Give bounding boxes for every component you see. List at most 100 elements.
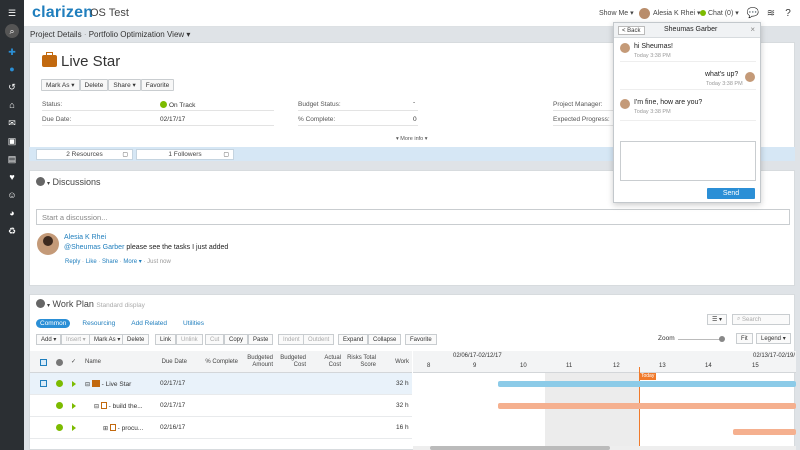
row-checkbox[interactable] — [40, 380, 47, 387]
select-all-checkbox[interactable] — [40, 359, 47, 366]
table-row[interactable]: ⊟ - build the... 02/17/17 32 h — [30, 395, 412, 417]
home-icon[interactable]: ⌂ — [5, 98, 19, 112]
row-work[interactable]: 16 h — [396, 424, 409, 431]
discussions-icon[interactable]: ✉ — [5, 116, 19, 130]
new-item-icon[interactable]: ● — [5, 62, 19, 76]
send-button[interactable]: Send — [707, 188, 755, 199]
copy-button[interactable]: Copy — [224, 334, 249, 345]
col-work[interactable]: Work — [385, 359, 409, 366]
reports-icon[interactable]: ◕ — [5, 206, 19, 220]
discussions-header: ▾ Discussions — [36, 177, 101, 187]
close-icon[interactable]: × — [750, 25, 755, 34]
row-name[interactable]: ⊟ - build the... — [94, 402, 143, 410]
chat-menu[interactable]: Chat (0) ▾ — [700, 9, 739, 17]
post-author[interactable]: Alesia K Rhei — [64, 234, 106, 241]
user-menu[interactable]: Alesia K Rhei ▾ — [653, 9, 700, 17]
clarizen-logo[interactable]: clarizen — [32, 4, 93, 22]
people-icon[interactable]: ☺ — [5, 188, 19, 202]
mark-as-button[interactable]: Mark As ▾ — [41, 79, 80, 91]
col-actual-cost[interactable]: Actual Cost — [313, 355, 341, 369]
row-name[interactable]: ⊟ - Live Star — [85, 380, 131, 388]
row-due-date[interactable]: 02/17/17 — [160, 380, 185, 387]
col-name[interactable]: Name — [85, 359, 101, 366]
gantt-bar-procure[interactable] — [733, 429, 796, 435]
tab-add-related[interactable]: Add Related — [127, 319, 171, 328]
breadcrumb-view[interactable]: Portfolio Optimization View ▾ — [89, 30, 191, 39]
col-budgeted-cost[interactable]: Budgeted Cost — [277, 355, 306, 369]
table-row[interactable]: ⊟ - Live Star 02/17/17 32 h — [30, 373, 412, 395]
history-icon[interactable]: ↺ — [5, 80, 19, 94]
budget-status-value[interactable]: - — [413, 99, 415, 106]
collapse-button[interactable]: Collapse — [368, 334, 402, 345]
post-mention[interactable]: @Sheumas Garber — [64, 244, 124, 251]
fit-button[interactable]: Fit — [736, 333, 753, 344]
breadcrumb-project-details[interactable]: Project Details — [30, 30, 82, 39]
unlink-button[interactable]: Unlink — [176, 334, 203, 345]
filter-button[interactable]: ☰ ▾ — [707, 314, 728, 325]
reply-link[interactable]: Reply — [65, 259, 80, 265]
row-due-date[interactable]: 02/16/17 — [160, 424, 185, 431]
expand-icon[interactable]: ⊞ — [103, 426, 108, 432]
chat-back-button[interactable]: < Back — [618, 26, 645, 35]
workplan-gear-icon[interactable] — [36, 299, 45, 308]
like-link[interactable]: Like — [86, 259, 97, 265]
col-budgeted-amount[interactable]: Budgeted Amount — [243, 355, 273, 369]
gantt-scrollbar-thumb[interactable] — [430, 446, 610, 450]
tab-resourcing[interactable]: Resourcing — [78, 319, 119, 328]
col-pct-complete[interactable]: % Complete — [198, 359, 238, 366]
gantt-bar-live-star[interactable] — [498, 381, 796, 387]
resources-box[interactable]: 2 Resources ▢ — [36, 149, 133, 160]
share-button[interactable]: Share ▾ — [108, 79, 141, 91]
mark-as-toolbar-button[interactable]: Mark As ▾ — [89, 334, 126, 345]
settings-gear-icon[interactable] — [36, 177, 45, 186]
col-due-date[interactable]: Due Date — [158, 359, 187, 366]
row-work[interactable]: 32 h — [396, 402, 409, 409]
cut-button[interactable]: Cut — [205, 334, 225, 345]
insert-button[interactable]: Insert ▾ — [61, 334, 91, 345]
share-link[interactable]: Share — [102, 259, 118, 265]
chat-bubbles-icon[interactable]: 💬 — [746, 6, 760, 20]
col-risks-total-score[interactable]: Risks Total Score — [344, 355, 376, 369]
zoom-slider-handle[interactable] — [719, 336, 725, 342]
discussion-input[interactable]: Start a discussion... — [36, 209, 790, 225]
delete-toolbar-button[interactable]: Delete — [122, 334, 150, 345]
projects-icon[interactable]: ▣ — [5, 134, 19, 148]
pct-complete-value[interactable]: 0 — [413, 116, 417, 123]
followers-box[interactable]: 1 Followers ▢ — [136, 149, 234, 160]
favorite-button[interactable]: Favorite — [140, 79, 175, 91]
legend-button[interactable]: Legend ▾ — [756, 333, 791, 344]
workplan-search-input[interactable]: ⌕ Search — [732, 314, 790, 325]
delete-button[interactable]: Delete — [79, 79, 109, 91]
outdent-button[interactable]: Outdent — [303, 334, 335, 345]
due-date-value[interactable]: 02/17/17 — [160, 116, 185, 123]
more-link[interactable]: More ▾ — [123, 259, 141, 265]
chat-message-input[interactable] — [620, 141, 756, 181]
link-button[interactable]: Link — [155, 334, 177, 345]
add-icon[interactable]: ✚ — [5, 45, 19, 59]
feed-icon[interactable]: ≋ — [764, 6, 778, 20]
paste-button[interactable]: Paste — [248, 334, 274, 345]
table-row[interactable]: ⊞ - procu... 02/16/17 16 h — [30, 417, 412, 439]
gantt-bar-build[interactable] — [498, 403, 796, 409]
tasks-icon[interactable]: ▤ — [5, 152, 19, 166]
indent-button[interactable]: Indent — [278, 334, 305, 345]
status-value[interactable]: On Track — [160, 101, 195, 109]
expand-button[interactable]: Expand — [338, 334, 369, 345]
collapse-icon[interactable]: ⊟ — [94, 404, 99, 410]
row-work[interactable]: 32 h — [396, 380, 409, 387]
help-icon[interactable]: ? — [781, 6, 795, 20]
more-info-toggle[interactable]: ▾ More info ▾ — [396, 136, 428, 142]
row-due-date[interactable]: 02/17/17 — [160, 402, 185, 409]
add-button[interactable]: Add ▾ — [36, 334, 62, 345]
hamburger-menu-icon[interactable]: ☰ — [5, 6, 19, 20]
favorite-toolbar-button[interactable]: Favorite — [405, 334, 437, 345]
tab-utilities[interactable]: Utilities — [179, 319, 208, 328]
search-icon[interactable]: ⌕ — [5, 24, 19, 38]
tab-common[interactable]: Common — [36, 319, 71, 328]
zoom-slider-track[interactable] — [678, 339, 724, 340]
row-name[interactable]: ⊞ - procu... — [103, 424, 143, 432]
show-me-menu[interactable]: Show Me ▾ — [599, 9, 634, 17]
recycle-icon[interactable]: ♻ — [5, 224, 19, 238]
collapse-icon[interactable]: ⊟ — [85, 382, 90, 388]
ideas-icon[interactable]: ♥ — [5, 170, 19, 184]
